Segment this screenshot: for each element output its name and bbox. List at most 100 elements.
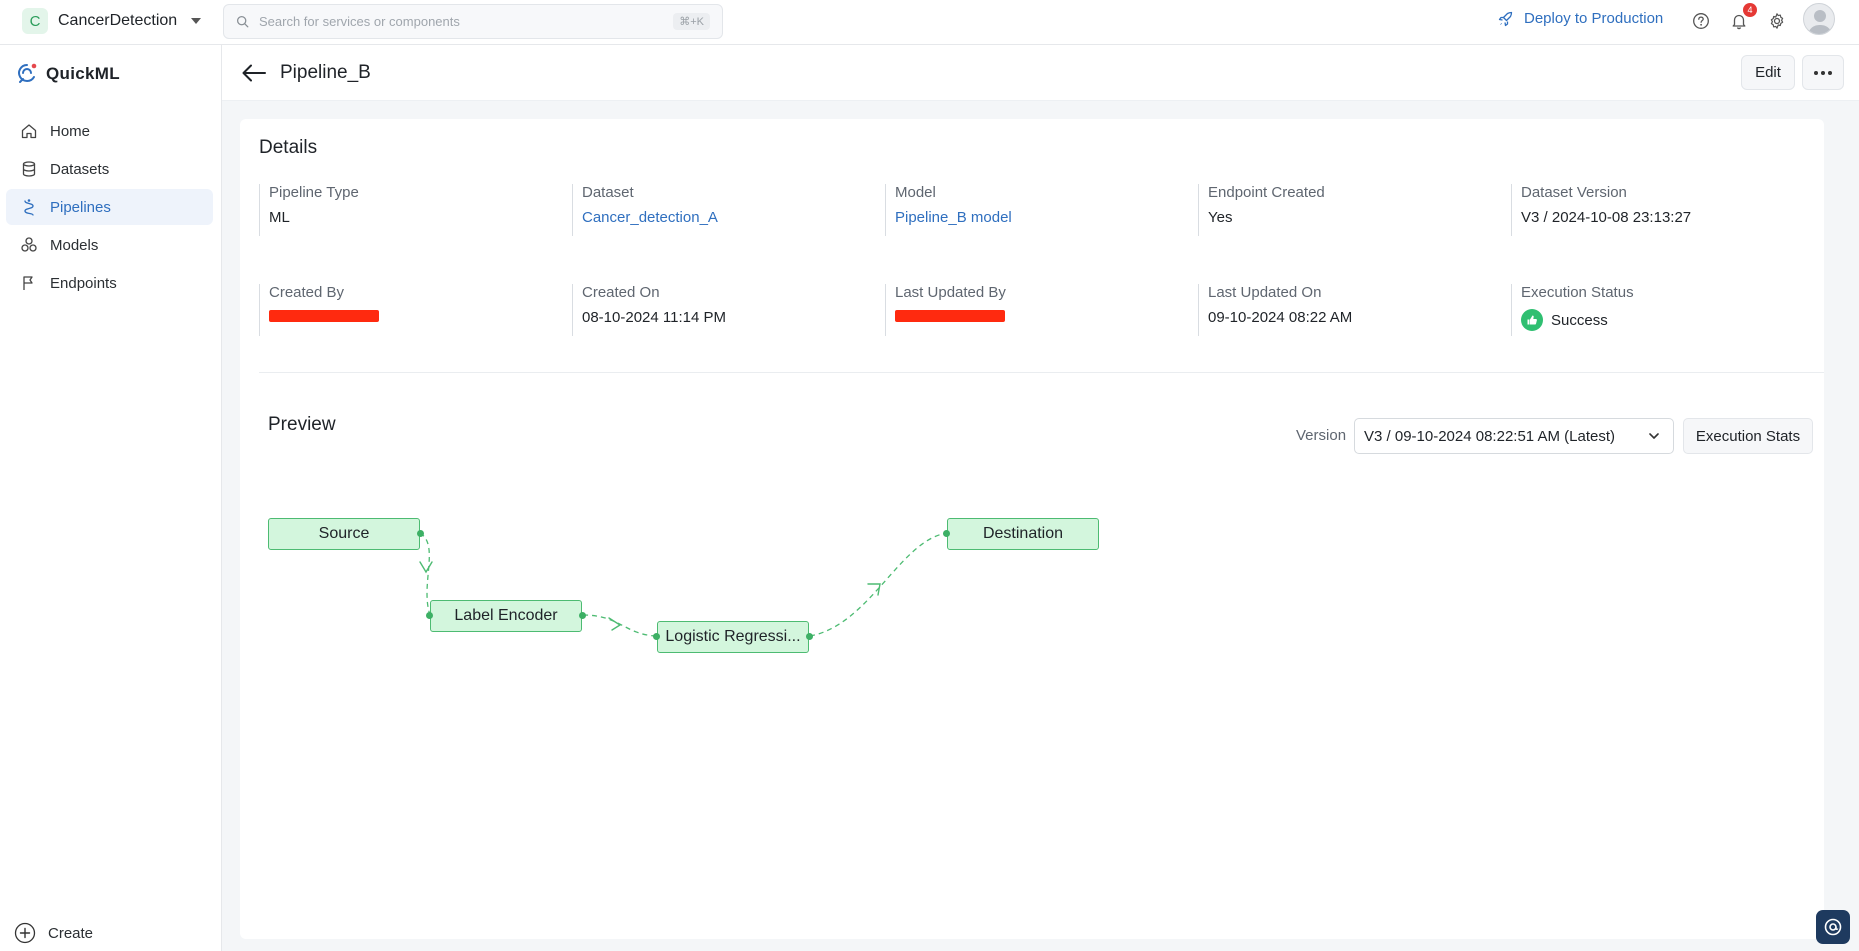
search-input[interactable] — [259, 14, 674, 29]
search-box[interactable]: ⌘+K — [223, 4, 723, 39]
help-button[interactable] — [1689, 9, 1713, 33]
field-label: Created By — [269, 284, 345, 301]
redacted-value — [269, 310, 379, 322]
version-label: Version — [1296, 427, 1347, 444]
endpoint-created-value: Yes — [1208, 209, 1233, 226]
node-output-handle[interactable] — [417, 530, 424, 537]
node-input-handle[interactable] — [653, 633, 660, 640]
node-output-handle[interactable] — [806, 633, 813, 640]
last-updated-on-value: 09-10-2024 08:22 AM — [1208, 309, 1353, 326]
version-selected-value: V3 / 09-10-2024 08:22:51 AM (Latest) — [1364, 427, 1615, 445]
node-destination[interactable]: Destination — [947, 518, 1099, 550]
help-icon — [1693, 13, 1709, 29]
sidebar-item-datasets[interactable]: Datasets — [6, 151, 213, 187]
top-bar: C CancerDetection ⌘+K Deploy to Producti… — [0, 0, 1859, 45]
execution-stats-button[interactable]: Execution Stats — [1683, 418, 1813, 454]
plus-circle-icon — [14, 922, 36, 944]
search-icon — [236, 15, 249, 28]
field-label: Last Updated By — [895, 284, 1006, 301]
field-created-on: Created On 08-10-2024 11:14 PM — [572, 284, 726, 336]
sidebar-item-models[interactable]: Models — [6, 227, 213, 263]
home-icon — [21, 124, 37, 139]
project-name: CancerDetection — [58, 12, 178, 29]
back-button[interactable] — [240, 59, 268, 90]
field-dataset-version: Dataset Version V3 / 2024-10-08 23:13:27 — [1511, 184, 1691, 236]
redacted-value — [895, 310, 1005, 322]
sidebar-item-label: Models — [50, 236, 99, 254]
field-label: Endpoint Created — [1208, 184, 1325, 201]
sidebar-item-label: Home — [50, 122, 91, 140]
settings-button[interactable] — [1765, 9, 1789, 33]
database-icon — [22, 161, 36, 177]
brand[interactable]: QuickML — [16, 62, 120, 86]
sidebar-nav: Home Datasets Pipelines Models Endpoints — [6, 113, 213, 303]
field-dataset: Dataset Cancer_detection_A — [572, 184, 718, 236]
deploy-label: Deploy to Production — [1524, 10, 1664, 27]
sidebar-item-label: Datasets — [50, 160, 110, 178]
page-title: Pipeline_B — [280, 62, 371, 83]
field-label: Pipeline Type — [269, 184, 359, 201]
deploy-to-production-button[interactable]: Deploy to Production — [1498, 10, 1663, 27]
endpoint-flag-icon — [23, 276, 33, 290]
more-dot-icon — [1814, 70, 1818, 75]
create-label: Create — [48, 924, 94, 942]
models-icon — [21, 237, 37, 252]
node-label-encoder[interactable]: Label Encoder — [430, 600, 582, 632]
edit-button[interactable]: Edit — [1741, 55, 1795, 90]
sidebar-item-pipelines[interactable]: Pipelines — [6, 189, 213, 225]
project-switcher[interactable]: C CancerDetection — [22, 8, 202, 34]
thumbs-up-icon — [1521, 309, 1543, 331]
page-header: Pipeline_B Edit — [222, 45, 1859, 101]
dataset-link[interactable]: Cancer_detection_A — [582, 209, 718, 226]
notifications-button[interactable]: 4 — [1727, 3, 1757, 33]
node-input-handle[interactable] — [943, 530, 950, 537]
sidebar: QuickML Home Datasets Pipelines Models E… — [0, 45, 222, 951]
details-title: Details — [259, 137, 318, 158]
field-label: Model — [895, 184, 936, 201]
field-model: Model Pipeline_B model — [885, 184, 1012, 236]
field-pipeline-type: Pipeline Type ML — [259, 184, 359, 236]
rocket-icon — [1498, 11, 1513, 26]
field-created-by: Created By — [259, 284, 379, 336]
create-button[interactable]: Create — [14, 922, 93, 944]
sidebar-item-home[interactable]: Home — [6, 113, 213, 149]
gear-icon — [1770, 13, 1784, 29]
field-label: Last Updated On — [1208, 284, 1322, 301]
user-icon — [1808, 10, 1832, 34]
search-shortcut: ⌘+K — [673, 13, 710, 30]
execution-status-value: Success — [1551, 311, 1608, 329]
node-logistic-regression[interactable]: Logistic Regressi... — [657, 621, 809, 653]
preview-title: Preview — [268, 414, 336, 435]
created-on-value: 08-10-2024 11:14 PM — [582, 309, 726, 326]
pipeline-type-value: ML — [269, 209, 290, 226]
field-execution-status: Execution Status Success — [1511, 284, 1634, 336]
section-divider — [259, 372, 1824, 373]
field-label: Dataset — [582, 184, 634, 201]
field-last-updated-by: Last Updated By — [885, 284, 1006, 336]
execution-status: Success — [1521, 309, 1634, 331]
field-label: Execution Status — [1521, 284, 1634, 301]
field-label: Created On — [582, 284, 660, 301]
arrow-left-icon — [242, 64, 266, 82]
support-chat-button[interactable] — [1816, 910, 1850, 944]
node-source[interactable]: Source — [268, 518, 420, 550]
notification-count-badge: 4 — [1743, 3, 1757, 17]
user-avatar[interactable] — [1803, 3, 1835, 35]
version-select[interactable]: V3 / 09-10-2024 08:22:51 AM (Latest) — [1354, 418, 1674, 454]
chevron-down-icon — [1649, 433, 1659, 439]
field-last-updated-on: Last Updated On 09-10-2024 08:22 AM — [1198, 284, 1352, 336]
chat-support-icon — [1824, 918, 1842, 936]
more-options-button[interactable] — [1802, 55, 1844, 90]
node-input-handle[interactable] — [426, 612, 433, 619]
pipeline-icon — [24, 199, 34, 216]
sidebar-item-endpoints[interactable]: Endpoints — [6, 265, 213, 301]
more-dot-icon — [1821, 70, 1825, 75]
more-dot-icon — [1828, 70, 1832, 75]
caret-down-icon — [191, 18, 202, 24]
dataset-version-value: V3 / 2024-10-08 23:13:27 — [1521, 209, 1692, 226]
brand-name: QuickML — [46, 64, 120, 83]
project-initial-badge: C — [22, 8, 48, 34]
sidebar-item-label: Endpoints — [50, 274, 117, 292]
model-link[interactable]: Pipeline_B model — [895, 209, 1012, 226]
node-output-handle[interactable] — [579, 612, 586, 619]
